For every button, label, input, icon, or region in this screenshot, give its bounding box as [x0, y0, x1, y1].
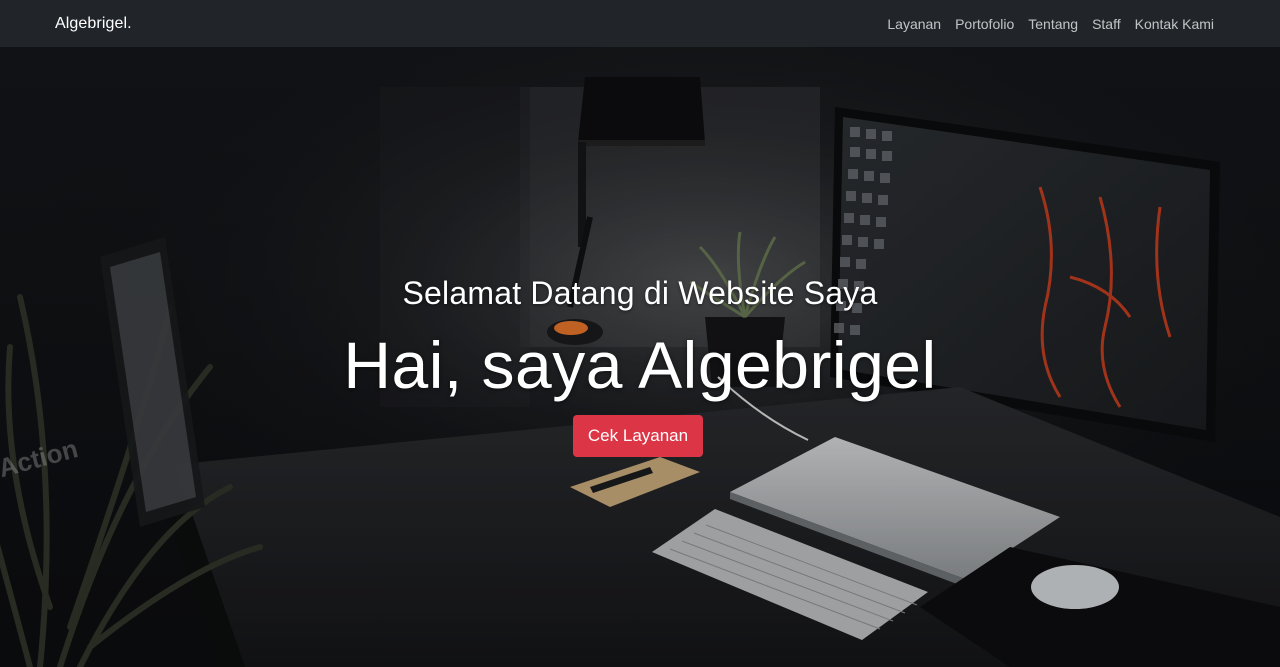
- nav-link-layanan[interactable]: Layanan: [887, 16, 941, 32]
- nav-links: Layanan Portofolio Tentang Staff Kontak …: [887, 16, 1214, 32]
- hero-section: Action Selamat Datang di Website Saya Ha…: [0, 47, 1280, 667]
- nav-link-tentang[interactable]: Tentang: [1028, 16, 1078, 32]
- hero-text: Selamat Datang di Website Saya Hai, saya…: [0, 47, 1280, 667]
- hero-headline: Hai, saya Algebrigel: [343, 328, 937, 402]
- brand-logo[interactable]: Algebrigel.: [55, 15, 132, 33]
- navbar: Algebrigel. Layanan Portofolio Tentang S…: [0, 0, 1280, 47]
- nav-link-staff[interactable]: Staff: [1092, 16, 1121, 32]
- nav-link-kontak-kami[interactable]: Kontak Kami: [1135, 16, 1214, 32]
- hero-subtitle: Selamat Datang di Website Saya: [402, 275, 878, 311]
- cek-layanan-button[interactable]: Cek Layanan: [573, 415, 703, 457]
- nav-link-portofolio[interactable]: Portofolio: [955, 16, 1014, 32]
